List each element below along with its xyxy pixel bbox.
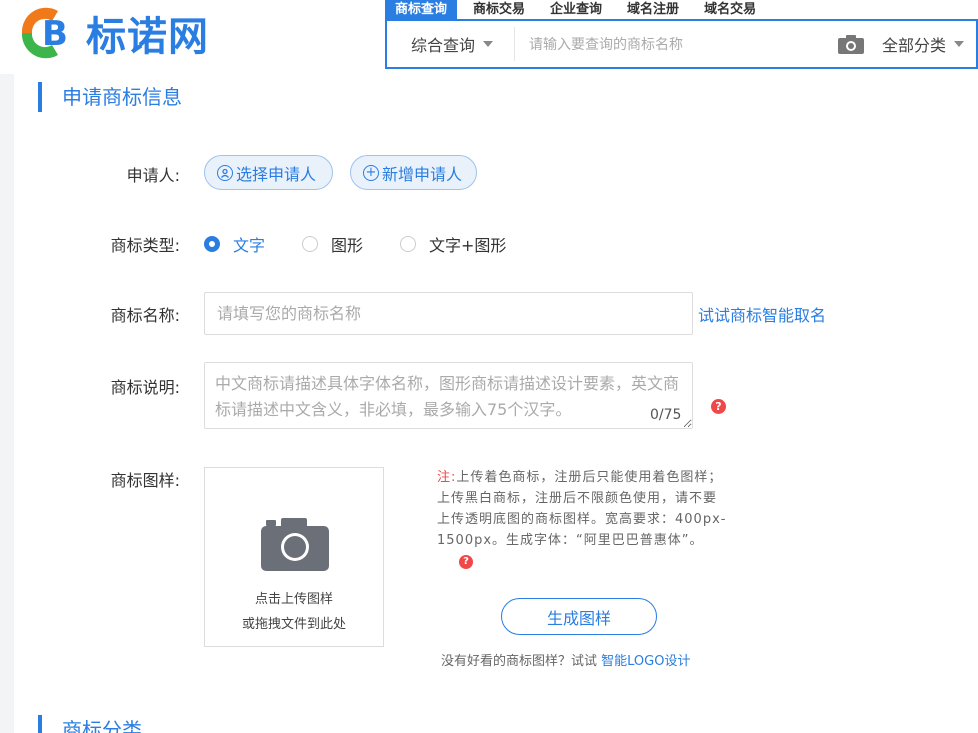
tab-trademark-trade[interactable]: 商标交易	[463, 0, 535, 19]
camera-icon	[261, 516, 329, 571]
upload-sample-area[interactable]: 点击上传图样 或拖拽文件到此处	[204, 467, 384, 647]
type-option-label: 文字+图形	[429, 236, 507, 255]
type-radio-text-graphic[interactable]: 文字+图形	[400, 232, 506, 256]
upload-hint-secondary: 或拖拽文件到此处	[241, 617, 346, 632]
search-category-label: 全部分类	[881, 36, 946, 55]
tip-text: 没有好看的商标图样？试试	[441, 654, 598, 669]
applicant-label: 申请人:	[126, 166, 180, 185]
search-input[interactable]	[515, 22, 838, 66]
section-title: 申请商标信息	[38, 82, 182, 112]
tab-domain-register[interactable]: 域名注册	[617, 0, 689, 19]
radio-checked-icon	[204, 236, 220, 252]
search-category-dropdown[interactable]: 全部分类	[882, 32, 976, 56]
description-label: 商标说明:	[110, 378, 180, 397]
site-logo[interactable]: B 标诺网	[18, 4, 209, 62]
upload-hint-primary: 点击上传图样	[254, 592, 333, 607]
next-section-title: 商标分类	[38, 715, 142, 733]
radio-unchecked-icon	[302, 236, 318, 252]
type-radio-graphic[interactable]: 图形	[302, 232, 363, 256]
search-area: 商标查询 商标交易 企业查询 域名注册 域名交易 综合查询 全部分类	[385, 0, 978, 70]
name-label: 商标名称:	[110, 306, 180, 325]
tab-domain-trade[interactable]: 域名交易	[694, 0, 766, 19]
tab-trademark-search[interactable]: 商标查询	[385, 0, 458, 19]
site-header: B 标诺网 商标查询 商标交易 企业查询 域名注册 域名交易 综合查询 请输入要…	[0, 0, 978, 74]
radio-unchecked-icon	[400, 236, 416, 252]
plus-circle-icon: +	[363, 164, 379, 181]
tab-company-search[interactable]: 企业查询	[540, 0, 612, 19]
add-applicant-button[interactable]: + 新增申请人	[350, 155, 477, 190]
type-label: 商标类型:	[110, 236, 180, 255]
add-applicant-label: 新增申请人	[382, 164, 463, 184]
description-help-icon[interactable]: ?	[711, 399, 726, 414]
note-body: 上传着色商标，注册后只能使用着色图样；上传黑白商标，注册后不限颜色使用，请不要上…	[437, 470, 727, 548]
type-option-label: 文字	[233, 236, 266, 255]
search-type-label: 综合查询	[411, 36, 476, 55]
smart-logo-link[interactable]: 智能LOGO设计	[601, 654, 690, 669]
user-circle-icon	[217, 164, 233, 181]
search-box: 综合查询 全部分类	[385, 19, 978, 69]
trademark-name-input[interactable]	[204, 292, 693, 335]
search-tabs: 商标查询 商标交易 企业查询 域名注册 域名交易	[385, 0, 978, 19]
logo-text: 标诺网	[86, 14, 209, 60]
chevron-down-icon	[954, 41, 964, 47]
sample-note: 注:上传着色商标，注册后只能使用着色图样；上传黑白商标，注册后不限颜色使用，请不…	[437, 467, 727, 572]
search-type-dropdown[interactable]: 综合查询	[387, 27, 515, 61]
note-help-icon[interactable]: ?	[459, 555, 473, 569]
type-option-label: 图形	[331, 236, 364, 255]
note-prefix: 注:	[437, 470, 457, 485]
logo-design-tip: 没有好看的商标图样？试试 智能LOGO设计	[441, 650, 690, 669]
select-applicant-button[interactable]: 选择申请人	[204, 155, 333, 190]
select-applicant-label: 选择申请人	[236, 164, 317, 184]
type-radio-text[interactable]: 文字	[204, 232, 265, 256]
svg-text:B: B	[42, 14, 68, 54]
generate-sample-button[interactable]: 生成图样	[501, 598, 657, 635]
trademark-description-textarea[interactable]	[204, 362, 693, 429]
trademark-form-panel: 申请商标信息 申请人: 选择申请人 + 新增申请人 商标类型: 文字 图形 文字…	[14, 74, 978, 733]
sample-label: 商标图样:	[110, 471, 180, 490]
logo-mark-icon: B	[18, 5, 82, 61]
chevron-down-icon	[483, 41, 494, 47]
ai-naming-link[interactable]: 试试商标智能取名	[698, 302, 826, 326]
description-counter: 0/75	[650, 407, 682, 423]
camera-search-icon[interactable]	[837, 34, 864, 54]
